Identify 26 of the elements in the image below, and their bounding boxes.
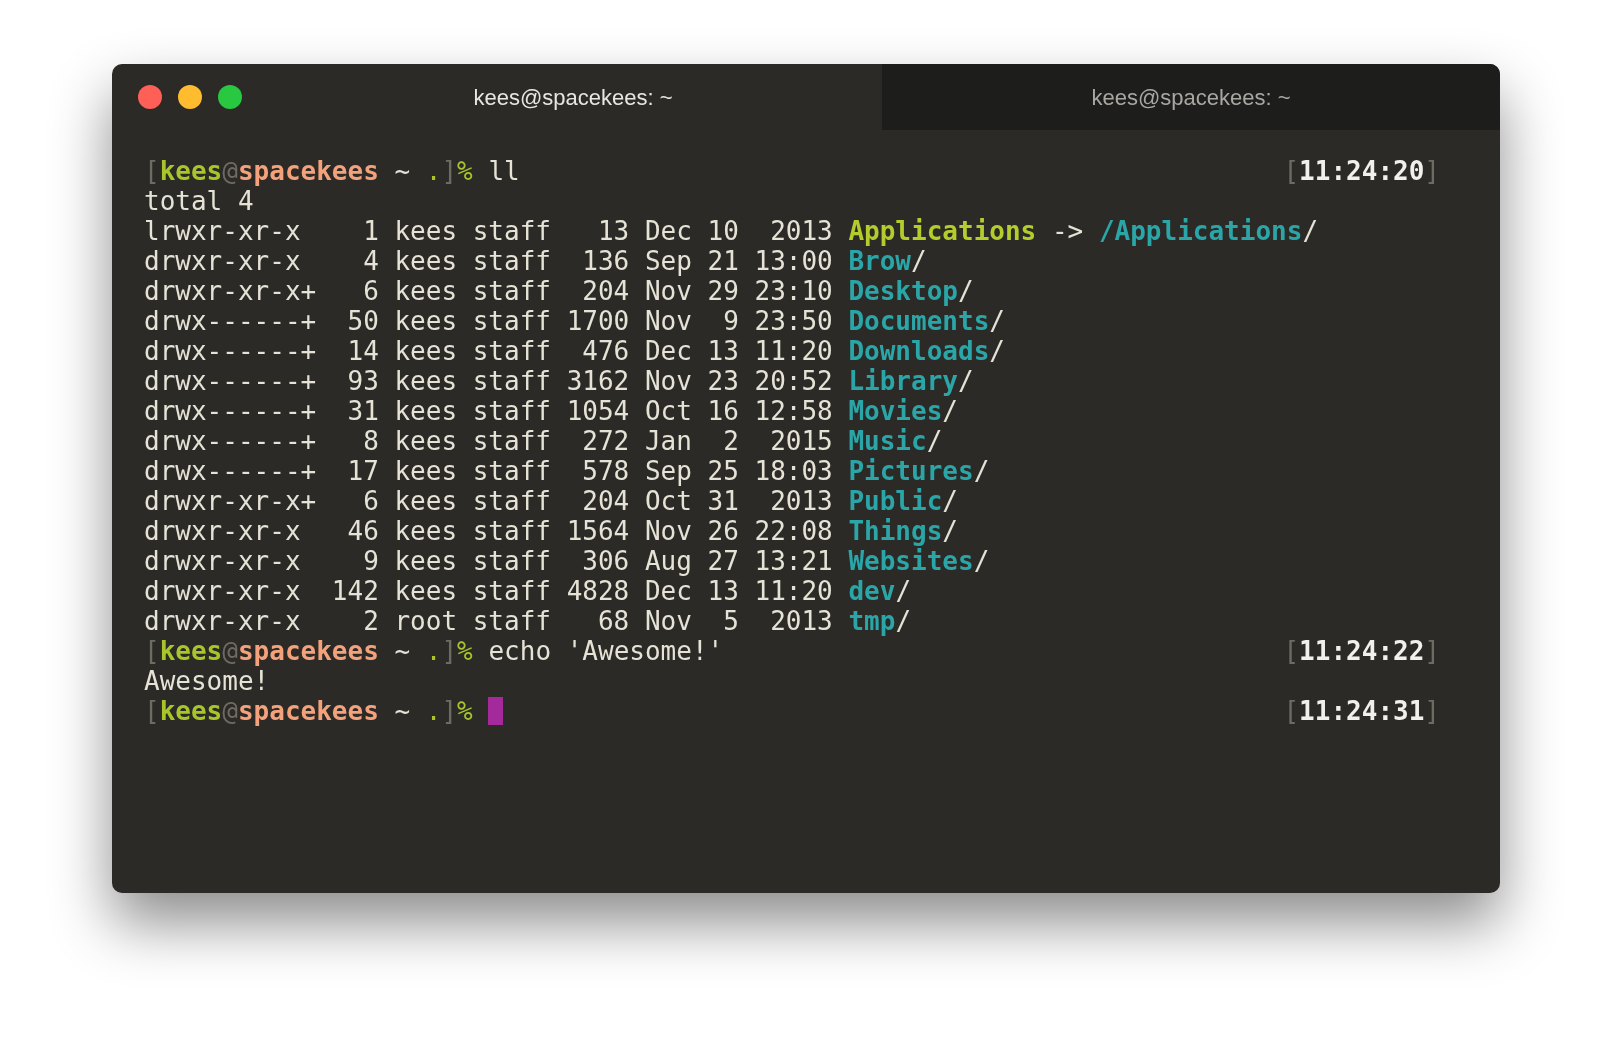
output-line: drwx------+ 14 kees staff 476 Dec 13 11:20 Downloads/ <box>144 336 1005 366</box>
output-line: drwx------+ 31 kees staff 1054 Oct 16 12:58 Movies/ <box>144 396 958 426</box>
output-line: drwxr-xr-x+ 6 kees staff 204 Nov 29 23:10 Desktop/ <box>144 276 974 306</box>
output-line: drwx------+ 8 kees staff 272 Jan 2 2015 Music/ <box>144 426 943 456</box>
output-line: Awesome! <box>144 666 270 696</box>
output-line: drwxr-xr-x+ 6 kees staff 204 Oct 31 2013 Public/ <box>144 486 958 516</box>
prompt-line: [kees@spacekees ~ .]% <box>144 696 474 726</box>
output-line: drwx------+ 50 kees staff 1700 Nov 9 23:50 Documents/ <box>144 306 1005 336</box>
timestamp: [11:24:31] <box>1283 696 1440 726</box>
prompt-line: [kees@spacekees ~ .]% echo 'Awesome!' <box>144 636 724 666</box>
output-line: total 4 <box>144 186 254 216</box>
minimize-button[interactable] <box>178 85 202 109</box>
output-line: drwxr-xr-x 142 kees staff 4828 Dec 13 11:20 dev/ <box>144 576 912 606</box>
output-line: drwxr-xr-x 4 kees staff 136 Sep 21 13:00 Brow/ <box>144 246 927 276</box>
output-line: lrwxr-xr-x 1 kees staff 13 Dec 10 2013 Applications -> /Applications/ <box>144 216 1319 246</box>
zoom-button[interactable] <box>218 85 242 109</box>
output-line: drwxr-xr-x 9 kees staff 306 Aug 27 13:21 Websites/ <box>144 546 990 576</box>
prompt-line: [kees@spacekees ~ .]% ll <box>144 156 520 186</box>
output-line: drwx------+ 17 kees staff 578 Sep 25 18:03 Pictures/ <box>144 456 990 486</box>
close-button[interactable] <box>138 85 162 109</box>
tab[interactable]: kees@spacekees: ~ <box>882 64 1500 130</box>
output-line: drwxr-xr-x 2 root staff 68 Nov 5 2013 tmp/ <box>144 606 912 636</box>
output-line: drwx------+ 93 kees staff 3162 Nov 23 20:52 Library/ <box>144 366 974 396</box>
timestamp: [11:24:22] <box>1283 636 1440 666</box>
timestamp: [11:24:20] <box>1283 156 1440 186</box>
output-line: drwxr-xr-x 46 kees staff 1564 Nov 26 22:08 Things/ <box>144 516 958 546</box>
